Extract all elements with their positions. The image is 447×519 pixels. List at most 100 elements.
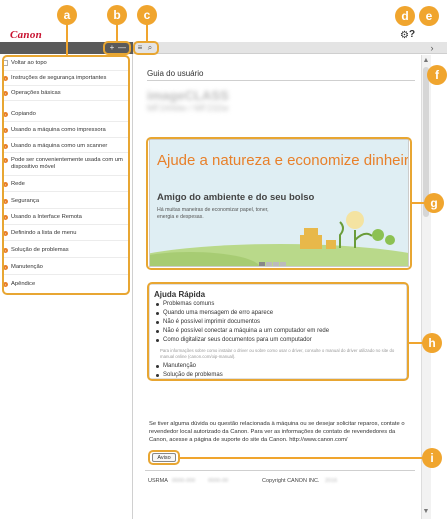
sidebar-item-appendix[interactable]: › Apêndice bbox=[0, 281, 132, 288]
slide-dot[interactable] bbox=[259, 262, 265, 266]
sidebar-item-label: Rede bbox=[11, 181, 25, 187]
callout-a: a bbox=[57, 5, 77, 25]
divider bbox=[2, 121, 130, 122]
chevron-right-icon: › bbox=[3, 182, 8, 187]
sidebar-item-label: Voltar ao topo bbox=[11, 60, 47, 66]
sidebar-item-network[interactable]: › Rede bbox=[0, 181, 132, 188]
callout-g: g bbox=[424, 193, 444, 213]
sidebar-item-label: Usando a máquina como impressora bbox=[11, 127, 106, 133]
sidebar-item-label: Definindo a lista de menu bbox=[11, 230, 77, 236]
divider bbox=[2, 175, 130, 176]
divider bbox=[2, 137, 130, 138]
contact-paragraph: Se tiver alguma dúvida ou questão relaci… bbox=[149, 421, 405, 443]
chevron-right-icon: › bbox=[3, 199, 8, 204]
sidebar-item-label: Usando a máquina como um scanner bbox=[11, 143, 108, 149]
sidebar-item-label: Usando a Interface Remota bbox=[11, 214, 82, 220]
chevron-right-icon: › bbox=[3, 158, 8, 163]
sidebar-item-label: Apêndice bbox=[11, 281, 36, 287]
quick-help-link[interactable]: Não é possível imprimir documentos bbox=[155, 319, 260, 325]
quick-help-link[interactable]: Manutenção bbox=[155, 363, 196, 369]
scroll-up-icon[interactable]: ▲ bbox=[421, 57, 431, 64]
sidebar-item-mobile[interactable]: › Pode ser convenientemente usada com um… bbox=[0, 157, 132, 171]
sidebar-item-label: Pode ser convenientemente usada com um d… bbox=[11, 157, 123, 170]
slide-dot[interactable] bbox=[273, 262, 279, 266]
toolbar-content-area bbox=[133, 42, 447, 54]
chevron-right-icon: › bbox=[3, 91, 8, 96]
sidebar-item-copying[interactable]: › Copiando bbox=[0, 111, 132, 118]
collapse-all-button[interactable]: — bbox=[117, 43, 127, 53]
divider bbox=[2, 152, 130, 153]
sidebar-item-remote-ui[interactable]: › Usando a Interface Remota bbox=[0, 214, 132, 221]
manual-code: USRMA bbox=[148, 478, 168, 484]
model-name: imageCLASS bbox=[147, 88, 229, 103]
sidebar-item-menu-list[interactable]: › Definindo a lista de menu bbox=[0, 230, 132, 237]
divider bbox=[145, 470, 415, 471]
sidebar-item-safety[interactable]: › Instruções de segurança importantes bbox=[0, 75, 132, 82]
callout-h: h bbox=[422, 333, 442, 353]
manual-code-number: 0000-000 bbox=[172, 478, 196, 484]
sidebar-item-label: Instruções de segurança importantes bbox=[11, 75, 107, 81]
copyright-text: Copyright CANON INC. bbox=[262, 478, 320, 484]
sidebar-item-label: Solução de problemas bbox=[11, 247, 69, 253]
divider bbox=[2, 208, 130, 209]
sidebar-item-scanner[interactable]: › Usando a máquina como um scanner bbox=[0, 143, 132, 150]
hide-panel-button[interactable]: › bbox=[427, 43, 437, 53]
chevron-right-icon: › bbox=[3, 128, 8, 133]
manual-date: 0000-00 bbox=[208, 478, 229, 484]
callout-f: f bbox=[427, 65, 447, 85]
callout-c: c bbox=[137, 5, 157, 25]
promo-banner[interactable]: Ajude a natureza e economize dinheiro Am… bbox=[149, 139, 409, 267]
quick-help-link[interactable]: Solução de problemas bbox=[156, 372, 223, 378]
expand-all-button[interactable]: + bbox=[108, 43, 116, 53]
home-icon bbox=[3, 60, 8, 66]
slide-dot[interactable] bbox=[266, 262, 272, 266]
notice-button[interactable]: Aviso bbox=[152, 453, 176, 462]
quick-help-title: Ajuda Rápida bbox=[154, 290, 206, 299]
sidebar-item-basic-ops[interactable]: › Operações básicas bbox=[0, 90, 132, 97]
copyright-year: 2016 bbox=[325, 478, 338, 484]
sidebar-item-label: Segurança bbox=[11, 198, 40, 204]
help-button[interactable]: ? bbox=[409, 29, 415, 40]
divider bbox=[2, 274, 130, 275]
chevron-right-icon: › bbox=[3, 112, 8, 117]
model-number: MF244dw / MF232w bbox=[147, 103, 229, 113]
banner-title: Ajude a natureza e economize dinheiro bbox=[157, 152, 409, 169]
callout-d: d bbox=[395, 6, 415, 26]
gear-icon[interactable]: ⚙ bbox=[400, 30, 409, 41]
callout-i: i bbox=[422, 448, 442, 468]
chevron-right-icon: › bbox=[3, 282, 8, 287]
slide-indicator bbox=[259, 255, 287, 266]
callout-e: e bbox=[419, 6, 439, 26]
sidebar-item-top[interactable]: Voltar ao topo bbox=[0, 60, 132, 67]
quick-help-link[interactable]: Não é possível conectar a máquina a um c… bbox=[155, 328, 329, 334]
sidebar-item-printer[interactable]: › Usando a máquina como impressora bbox=[0, 127, 132, 134]
callout-b: b bbox=[107, 5, 127, 25]
callout-leader bbox=[180, 457, 423, 459]
chevron-right-icon: › bbox=[3, 144, 8, 149]
callout-leader bbox=[411, 202, 425, 204]
chevron-right-icon: › bbox=[3, 265, 8, 270]
search-icon[interactable]: ⌕ bbox=[146, 43, 154, 53]
divider bbox=[2, 85, 130, 86]
sidebar-item-troubleshooting[interactable]: › Solução de problemas bbox=[0, 247, 132, 254]
chevron-right-icon: › bbox=[3, 248, 8, 253]
sidebar-item-security[interactable]: › Segurança bbox=[0, 198, 132, 205]
sidebar-item-maintenance[interactable]: › Manutenção bbox=[0, 264, 132, 271]
quick-help-link[interactable]: Quando uma mensagem de erro aparece bbox=[155, 310, 273, 316]
list-icon[interactable]: ≡ bbox=[136, 43, 144, 53]
sidebar-item-label: Manutenção bbox=[11, 264, 43, 270]
banner-text: Há muitas maneiras de economizar papel, … bbox=[157, 207, 269, 220]
chevron-right-icon: › bbox=[3, 76, 8, 81]
scroll-down-icon[interactable]: ▼ bbox=[421, 508, 431, 515]
sidebar-item-label: Operações básicas bbox=[11, 90, 61, 96]
quick-help-link[interactable]: Problemas comuns bbox=[155, 301, 214, 307]
page-title: Guia do usuário bbox=[147, 69, 204, 78]
driver-note: Para informações sobre como instalar o d… bbox=[160, 348, 395, 359]
chevron-right-icon: › bbox=[3, 231, 8, 236]
quick-help-link[interactable]: Como digitalizar seus documentos para um… bbox=[156, 337, 312, 343]
chevron-right-icon: › bbox=[3, 215, 8, 220]
divider bbox=[2, 224, 130, 225]
slide-dot[interactable] bbox=[280, 262, 286, 266]
callout-leader bbox=[409, 342, 423, 344]
canon-logo: Canon bbox=[10, 29, 43, 41]
